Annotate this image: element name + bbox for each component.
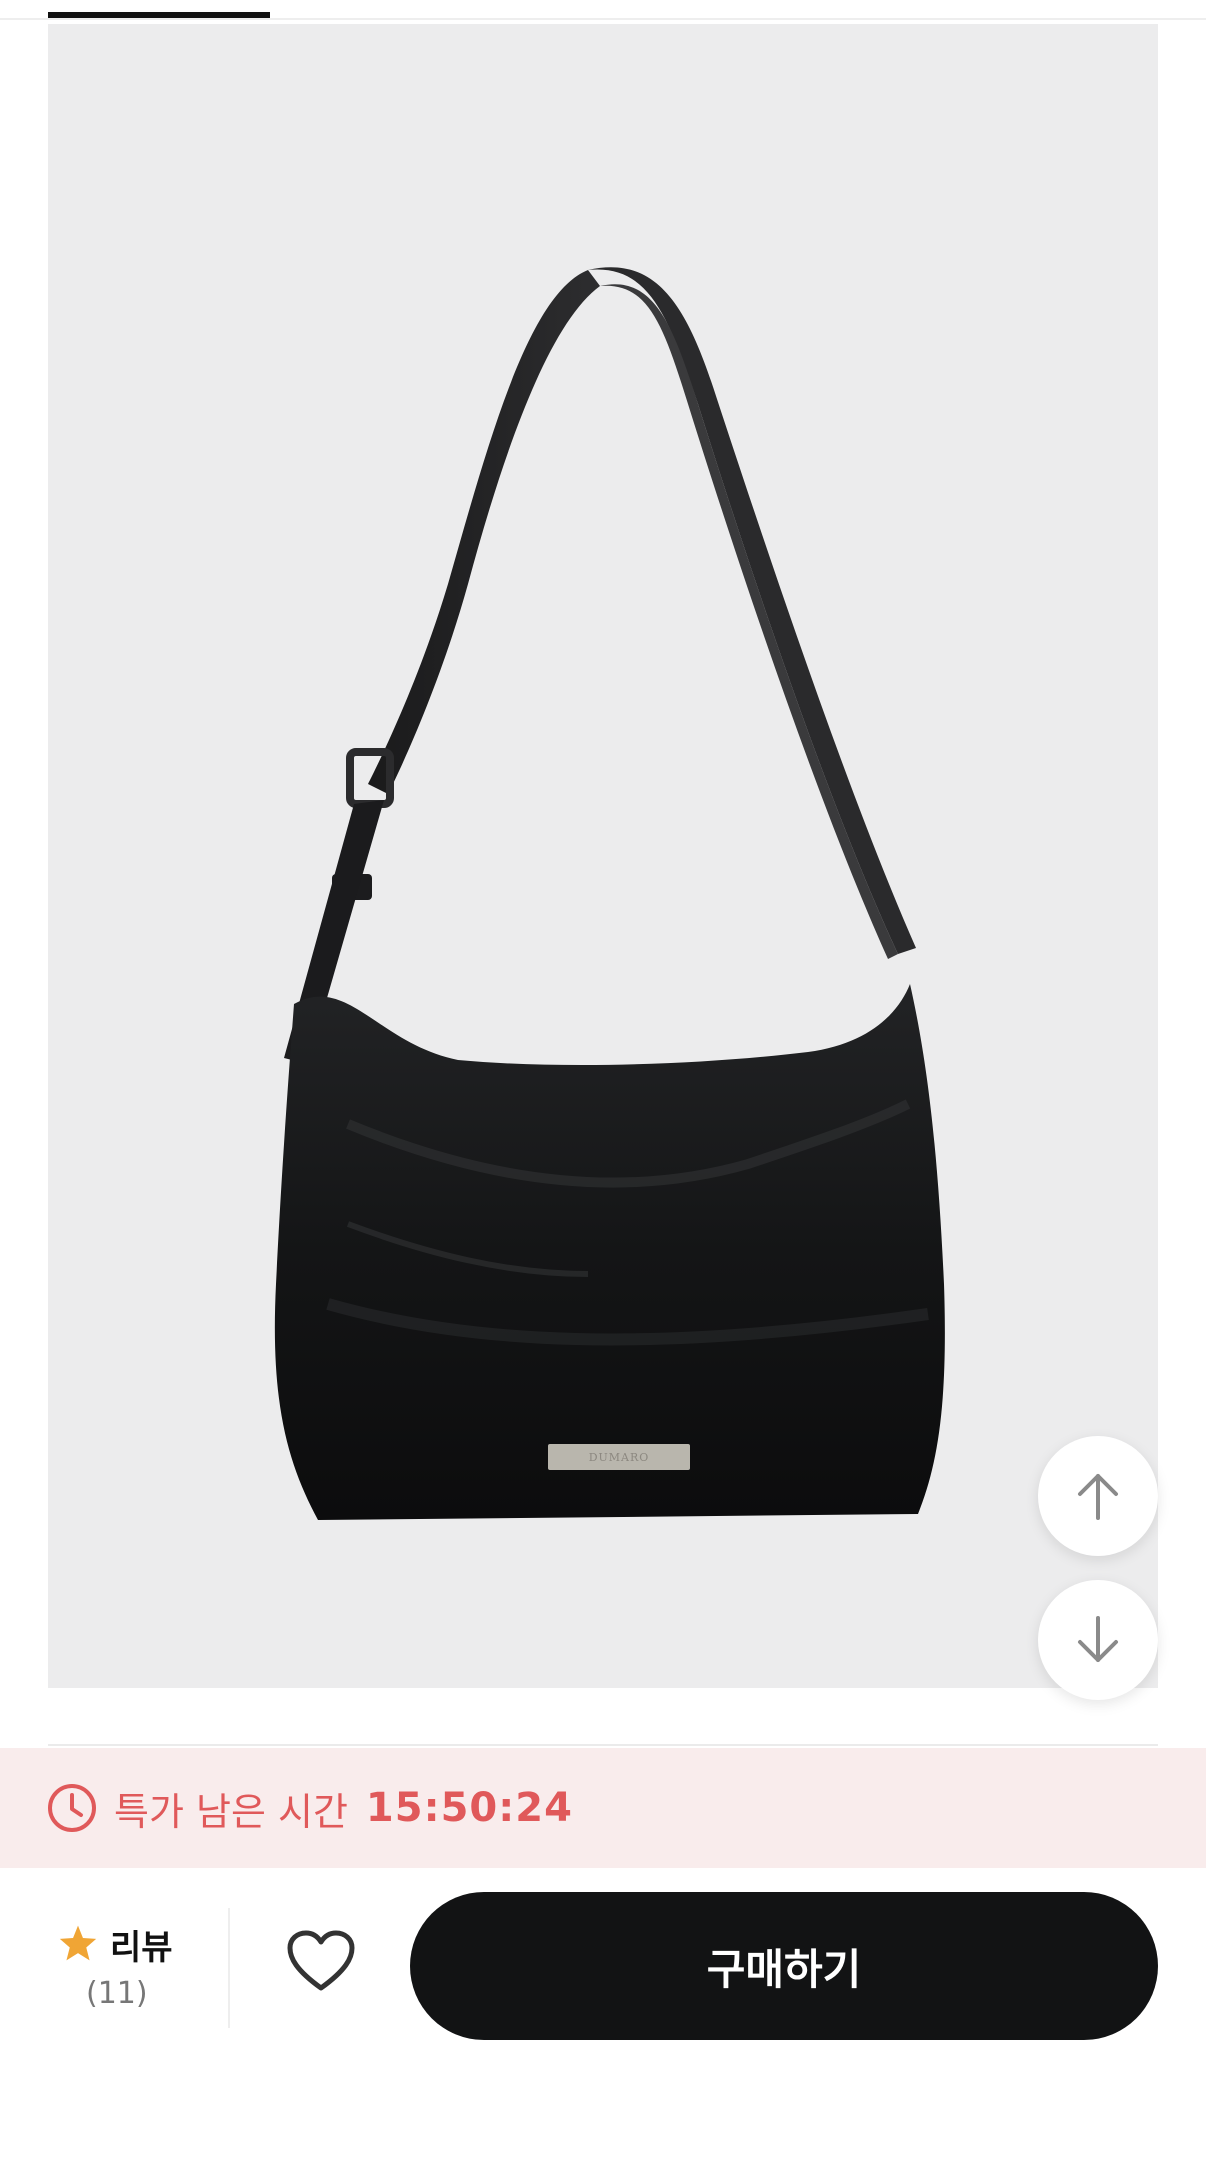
sale-label: 특가 남은 시간 bbox=[114, 1789, 348, 1834]
gallery-divider bbox=[48, 1744, 1158, 1746]
sale-countdown: 15:50:24 bbox=[365, 1785, 573, 1831]
bottom-action-bar: 리뷰 (11) 구매하기 bbox=[0, 1868, 1206, 2168]
brand-plate-text: DUMARO bbox=[588, 1451, 650, 1464]
like-button[interactable] bbox=[280, 1920, 362, 2002]
bar-divider bbox=[228, 1908, 230, 2028]
review-count: (11) bbox=[86, 1976, 148, 2011]
clock-icon bbox=[46, 1782, 98, 1834]
heart-icon bbox=[287, 1930, 355, 1991]
bag-illustration bbox=[274, 267, 945, 1520]
review-button[interactable]: 리뷰 (11) bbox=[40, 1920, 190, 2020]
scroll-down-button[interactable] bbox=[1038, 1580, 1158, 1700]
arrow-down-icon bbox=[1078, 1616, 1118, 1662]
sale-timer-banner: 특가 남은 시간 15:50:24 bbox=[0, 1748, 1206, 1868]
arrow-up-icon bbox=[1078, 1474, 1118, 1520]
star-icon bbox=[58, 1924, 98, 1966]
review-label: 리뷰 bbox=[110, 1928, 173, 1968]
top-divider bbox=[0, 18, 1206, 20]
scroll-up-button[interactable] bbox=[1038, 1436, 1158, 1556]
buy-button[interactable]: 구매하기 bbox=[410, 1892, 1158, 2040]
product-image[interactable]: DUMARO bbox=[48, 24, 1158, 1688]
